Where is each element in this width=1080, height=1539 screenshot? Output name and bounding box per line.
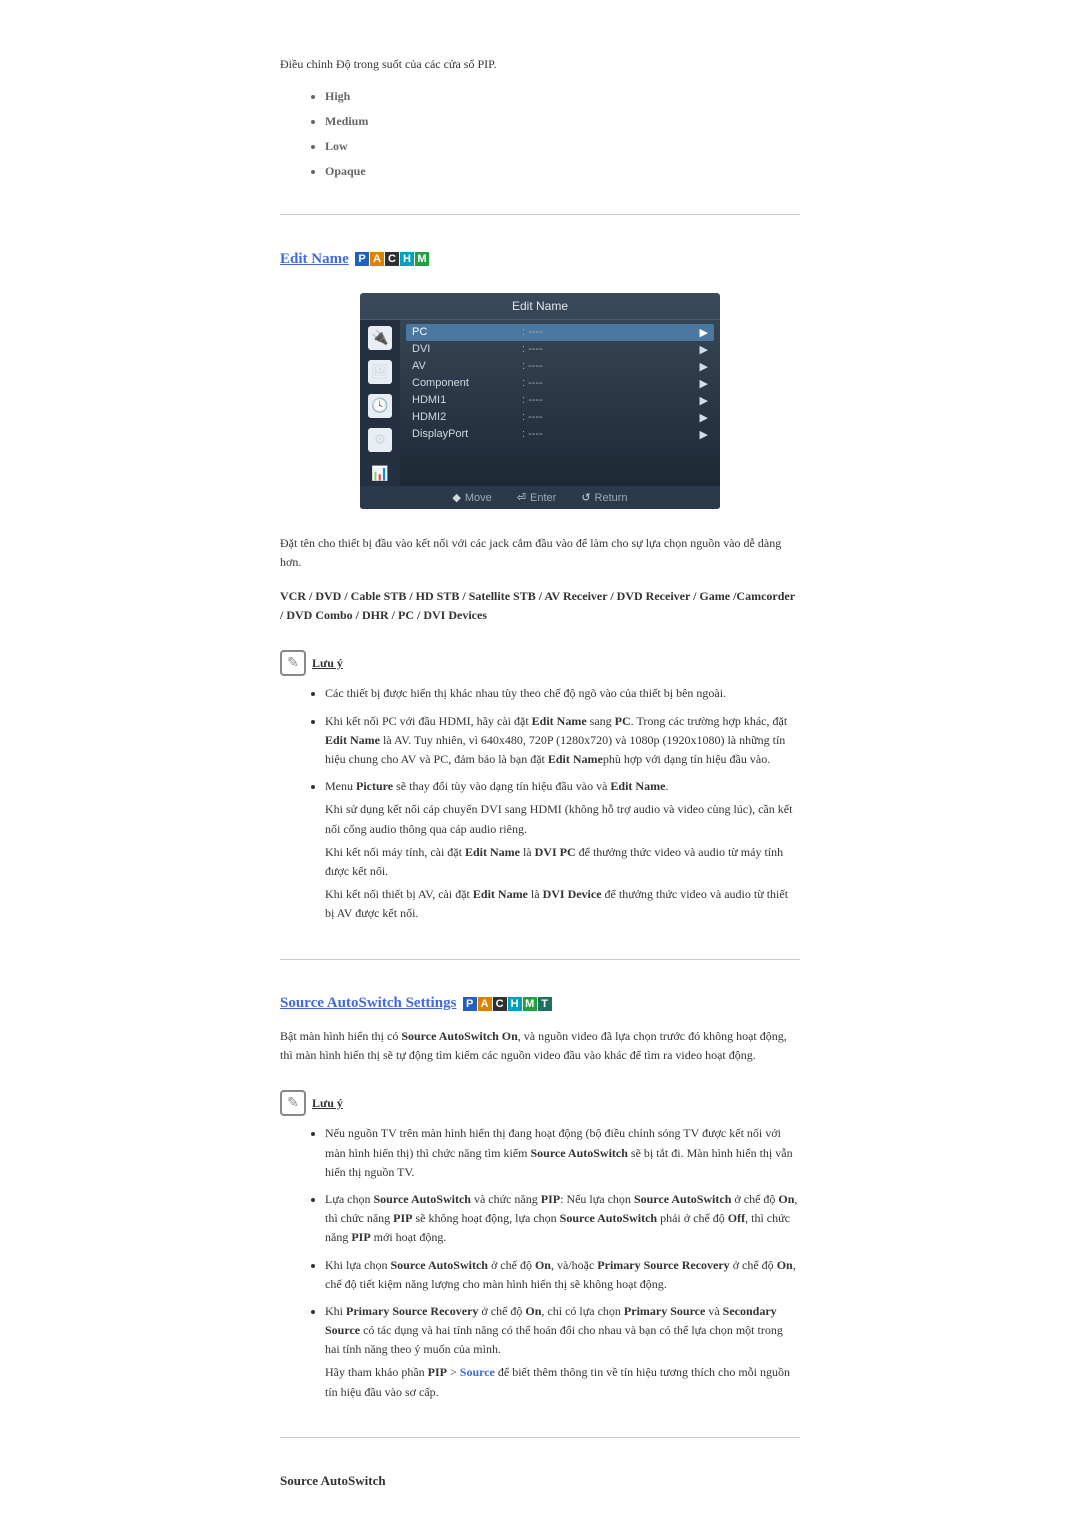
- panel-row-displayport[interactable]: DisplayPort : ---- ▶: [406, 426, 714, 443]
- edit-name-panel: Edit Name 🔌 🖼 🕓 ⚙ 📊 PC : ---- ▶: [360, 293, 720, 509]
- sub-line: Khi kết nối máy tính, cài đặt Edit Name …: [325, 843, 800, 881]
- list-item: Lựa chọn Source AutoSwitch và chức năng …: [325, 1190, 800, 1248]
- autoswitch-desc: Bật màn hình hiển thị có Source AutoSwit…: [280, 1027, 800, 1065]
- badge-c: C: [385, 252, 399, 266]
- chart-icon: 📊: [368, 462, 392, 486]
- list-item: Khi Primary Source Recovery ở chế độ On,…: [325, 1302, 800, 1402]
- panel-title: Edit Name: [360, 293, 720, 320]
- list-item: Khi kết nối PC với đầu HDMI, hãy cài đặt…: [325, 712, 800, 770]
- note-label: Lưu ý: [312, 656, 343, 671]
- chevron-right-icon: ▶: [700, 326, 708, 339]
- edit-name-heading: Edit Name: [280, 251, 349, 268]
- gear-icon: ⚙: [368, 428, 392, 452]
- row-value: : ----: [522, 394, 700, 406]
- chevron-right-icon: ▶: [700, 343, 708, 356]
- edit-name-options: VCR / DVD / Cable STB / HD STB / Satelli…: [280, 587, 800, 625]
- badge-t: T: [538, 997, 552, 1011]
- panel-row-component[interactable]: Component : ---- ▶: [406, 375, 714, 392]
- panel-row-hdmi1[interactable]: HDMI1 : ---- ▶: [406, 392, 714, 409]
- row-label: PC: [412, 326, 522, 338]
- autoswitch-notes: Nếu nguồn TV trên màn hình hiển thị đang…: [280, 1124, 800, 1401]
- sub-line: Khi sử dụng kết nối cáp chuyển DVI sang …: [325, 800, 800, 838]
- row-value: : ----: [522, 411, 700, 423]
- list-item: Opaque: [325, 164, 800, 179]
- footer-enter: ⏎Enter: [517, 491, 557, 504]
- panel-list: PC : ---- ▶ DVI : ---- ▶ AV : ---- ▶: [400, 320, 720, 486]
- panel-row-pc[interactable]: PC : ---- ▶: [406, 324, 714, 341]
- panel-row-hdmi2[interactable]: HDMI2 : ---- ▶: [406, 409, 714, 426]
- badge-m: M: [523, 997, 537, 1011]
- row-label: HDMI1: [412, 394, 522, 406]
- footer-move: ◆Move: [452, 491, 491, 504]
- autoswitch-heading: Source AutoSwitch Settings: [280, 995, 456, 1012]
- source-autoswitch-subheading: Source AutoSwitch: [280, 1473, 800, 1489]
- divider: [280, 1437, 800, 1438]
- list-item: Medium: [325, 114, 800, 129]
- row-value: : ----: [522, 343, 700, 355]
- list-item: Các thiết bị được hiển thị khác nhau tùy…: [325, 684, 800, 703]
- panel-row-av[interactable]: AV : ---- ▶: [406, 358, 714, 375]
- badge-c: C: [493, 997, 507, 1011]
- edit-name-heading-row: Edit Name P A C H M: [280, 250, 800, 268]
- divider: [280, 959, 800, 960]
- input-icon: 🔌: [368, 326, 392, 350]
- panel-footer: ◆Move ⏎Enter ↺Return: [360, 486, 720, 509]
- badge-h: H: [508, 997, 522, 1011]
- note-icon: ✎: [280, 1090, 306, 1116]
- list-item: Nếu nguồn TV trên màn hình hiển thị đang…: [325, 1124, 800, 1182]
- row-value: : ----: [522, 377, 700, 389]
- list-item: Khi lựa chọn Source AutoSwitch ở chế độ …: [325, 1256, 800, 1294]
- row-label: Component: [412, 377, 522, 389]
- badge-a: A: [370, 252, 384, 266]
- chevron-right-icon: ▶: [700, 428, 708, 441]
- list-item: High: [325, 89, 800, 104]
- row-label: DVI: [412, 343, 522, 355]
- row-value: : ----: [522, 326, 700, 338]
- list-item: Menu Picture sẽ thay đổi tùy vào dạng tí…: [325, 777, 800, 923]
- badge-row: P A C H M T: [463, 997, 552, 1011]
- footer-return: ↺Return: [581, 491, 627, 504]
- edit-name-notes: Các thiết bị được hiển thị khác nhau tùy…: [280, 684, 800, 923]
- divider: [280, 214, 800, 215]
- chevron-right-icon: ▶: [700, 394, 708, 407]
- badge-row: P A C H M: [355, 252, 429, 266]
- badge-h: H: [400, 252, 414, 266]
- note-heading: ✎ Lưu ý: [280, 650, 800, 676]
- row-label: AV: [412, 360, 522, 372]
- picture-icon: 🖼: [368, 360, 392, 384]
- transparency-intro: Điều chỉnh Độ trong suốt của các cửa sổ …: [280, 55, 800, 74]
- badge-m: M: [415, 252, 429, 266]
- note-heading: ✎ Lưu ý: [280, 1090, 800, 1116]
- badge-p: P: [463, 997, 477, 1011]
- transparency-list: High Medium Low Opaque: [280, 89, 800, 179]
- source-link[interactable]: Source: [460, 1365, 495, 1379]
- panel-row-dvi[interactable]: DVI : ---- ▶: [406, 341, 714, 358]
- chevron-right-icon: ▶: [700, 377, 708, 390]
- chevron-right-icon: ▶: [700, 360, 708, 373]
- sub-line: Hãy tham khảo phần PIP > Source để biết …: [325, 1363, 800, 1401]
- row-label: DisplayPort: [412, 428, 522, 440]
- badge-p: P: [355, 252, 369, 266]
- clock-icon: 🕓: [368, 394, 392, 418]
- note-icon: ✎: [280, 650, 306, 676]
- badge-a: A: [478, 997, 492, 1011]
- panel-side-icons: 🔌 🖼 🕓 ⚙ 📊: [360, 320, 400, 486]
- autoswitch-heading-row: Source AutoSwitch Settings P A C H M T: [280, 995, 800, 1013]
- row-value: : ----: [522, 428, 700, 440]
- list-item: Low: [325, 139, 800, 154]
- note-label: Lưu ý: [312, 1096, 343, 1111]
- edit-name-desc: Đặt tên cho thiết bị đầu vào kết nối với…: [280, 534, 800, 572]
- row-value: : ----: [522, 360, 700, 372]
- row-label: HDMI2: [412, 411, 522, 423]
- sub-line: Khi kết nối thiết bị AV, cài đặt Edit Na…: [325, 885, 800, 923]
- chevron-right-icon: ▶: [700, 411, 708, 424]
